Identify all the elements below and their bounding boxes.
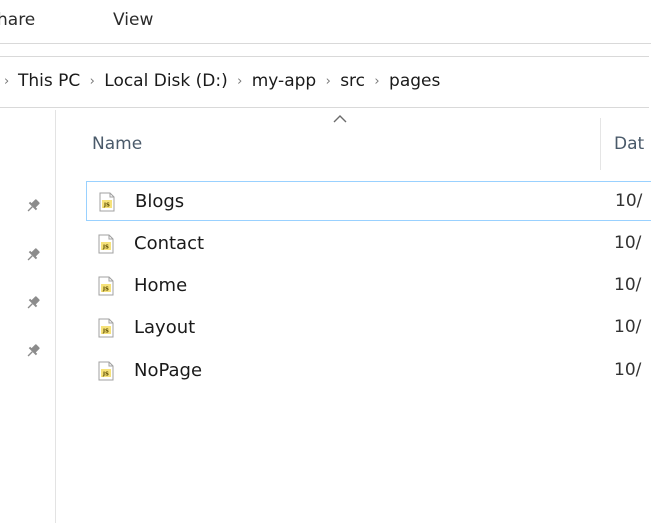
file-name: Contact — [134, 233, 205, 254]
file-name: Layout — [134, 317, 196, 338]
column-resize-handle[interactable] — [600, 118, 601, 170]
breadcrumb: › This PC › Local Disk (D:) › my-app › s… — [4, 71, 442, 91]
breadcrumb-this-pc[interactable]: This PC — [16, 71, 82, 91]
pin-icon[interactable] — [24, 342, 42, 360]
breadcrumb-pages[interactable]: pages — [387, 71, 442, 91]
ribbon-tab-share[interactable]: hare — [0, 10, 35, 30]
breadcrumb-separator[interactable]: › — [367, 74, 387, 89]
js-file-icon: JS — [98, 318, 114, 338]
breadcrumb-my-app[interactable]: my-app — [250, 71, 318, 91]
breadcrumb-src[interactable]: src — [338, 71, 367, 91]
file-row-blogs[interactable]: JS Blogs 10/ — [86, 181, 651, 221]
sort-ascending-icon — [333, 115, 347, 123]
ribbon-tab-view[interactable]: View — [113, 10, 153, 30]
file-name: Blogs — [135, 191, 185, 212]
column-header-name[interactable]: Name — [92, 134, 142, 154]
js-file-icon: JS — [98, 234, 114, 254]
js-file-icon: JS — [98, 276, 114, 296]
svg-text:JS: JS — [103, 203, 110, 209]
pin-icon[interactable] — [24, 294, 42, 312]
svg-text:JS: JS — [102, 329, 109, 335]
file-date: 10/ — [614, 317, 642, 337]
column-header-date[interactable]: Dat — [614, 134, 644, 154]
js-file-icon: JS — [98, 361, 114, 381]
breadcrumb-separator[interactable]: › — [82, 74, 102, 89]
file-row-nopage[interactable]: JS NoPage 10/ — [86, 351, 651, 391]
nav-pane-divider[interactable] — [55, 110, 56, 523]
file-date: 10/ — [614, 275, 642, 295]
js-file-icon: JS — [99, 192, 115, 212]
file-row-layout[interactable]: JS Layout 10/ — [86, 308, 651, 348]
file-name: NoPage — [134, 360, 203, 381]
breadcrumb-separator[interactable]: › — [230, 74, 250, 89]
file-date: 10/ — [614, 233, 642, 253]
breadcrumb-local-disk[interactable]: Local Disk (D:) — [102, 71, 229, 91]
file-row-home[interactable]: JS Home 10/ — [86, 266, 651, 306]
svg-text:JS: JS — [102, 372, 109, 378]
address-bar[interactable]: › This PC › Local Disk (D:) › my-app › s… — [0, 56, 649, 108]
file-name: Home — [134, 275, 188, 296]
file-explorer-window: hare View › This PC › Local Disk (D:) › … — [0, 0, 651, 523]
file-row-contact[interactable]: JS Contact 10/ — [86, 224, 651, 264]
ribbon-divider — [0, 43, 651, 44]
svg-text:JS: JS — [102, 245, 109, 251]
pin-icon[interactable] — [24, 197, 42, 215]
breadcrumb-separator[interactable]: › — [318, 74, 338, 89]
file-date: 10/ — [614, 360, 642, 380]
breadcrumb-separator[interactable]: › — [4, 74, 16, 89]
svg-text:JS: JS — [102, 287, 109, 293]
file-date: 10/ — [615, 191, 643, 211]
pin-icon[interactable] — [24, 246, 42, 264]
